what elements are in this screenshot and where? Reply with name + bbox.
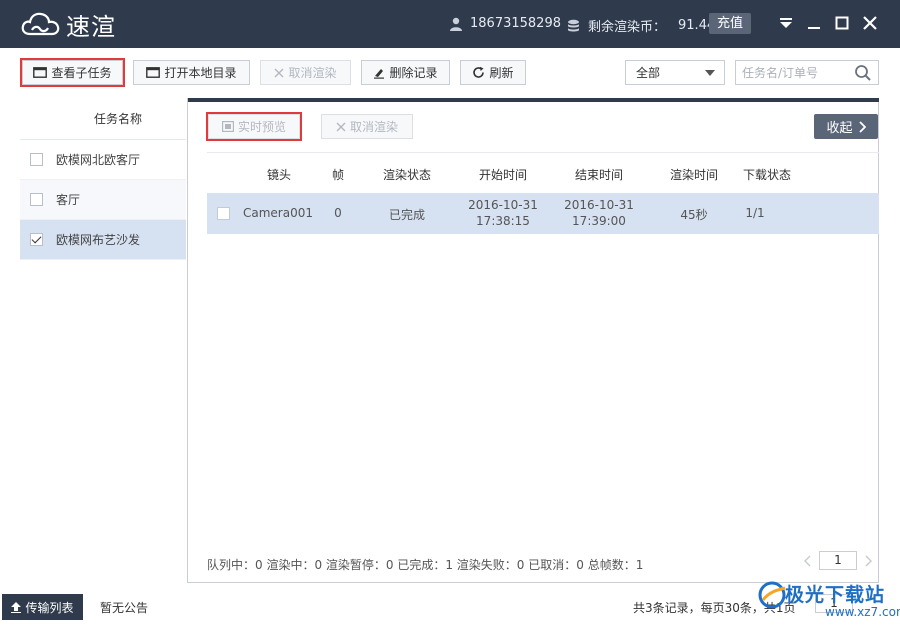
dropdown-menu-icon	[780, 18, 792, 28]
cell-download-status: 1/1	[745, 206, 765, 220]
panel-cancel-render-label: 取消渲染	[349, 120, 398, 134]
column-header-download: 下载状态	[742, 168, 791, 182]
status-bar: 传输列表 暂无公告 共3条记录，每页30条，共1页 1	[0, 591, 900, 631]
folder-icon	[146, 67, 161, 78]
chevron-left-icon[interactable]	[804, 555, 811, 567]
app-logo: 速渲	[20, 9, 116, 41]
app-name: 速渲	[66, 12, 116, 41]
view-subtasks-button[interactable]: 查看子任务	[20, 58, 125, 87]
recharge-button[interactable]: 充值	[709, 13, 751, 34]
task-item[interactable]: 欧模网北欧客厅	[20, 140, 186, 180]
delete-record-label: 删除记录	[389, 66, 438, 80]
task-checkbox[interactable]	[30, 193, 43, 206]
menu-dropdown-button[interactable]	[777, 14, 795, 32]
maximize-icon	[835, 16, 849, 30]
app-window: 速渲 18673158298 剩余渲染币： 91.44 充值 查看子任务 打开本…	[0, 0, 900, 631]
live-preview-label: 实时预览	[237, 120, 286, 134]
x-icon	[274, 68, 284, 77]
divider	[207, 152, 879, 153]
window-icon	[33, 67, 48, 78]
column-header-camera: 镜头	[266, 168, 291, 182]
cell-end-clock: 17:39:00	[572, 214, 626, 228]
refresh-label: 刷新	[489, 66, 514, 80]
upload-arrow-icon	[11, 601, 22, 613]
toolbar: 查看子任务 打开本地目录 取消渲染 删除记录 刷新 全部 任务名/订单号	[0, 48, 900, 98]
record-count: 共3条记录，每页30条，共1页	[633, 601, 796, 615]
minimize-icon	[808, 27, 820, 29]
open-local-dir-button[interactable]: 打开本地目录	[133, 60, 250, 85]
open-local-dir-label: 打开本地目录	[164, 66, 237, 80]
close-icon	[863, 16, 877, 30]
column-header-render-time: 渲染时间	[669, 168, 718, 182]
cell-start-time: 2016-10-31 17:38:15	[463, 197, 543, 229]
page-input[interactable]: 1	[815, 594, 853, 613]
subtask-panel: 实时预览 取消渲染 收起 镜头 帧 渲染状态 开始时间 结束时间 渲染时间 下载…	[187, 98, 879, 583]
column-header-status: 渲染状态	[382, 168, 431, 182]
x-icon	[336, 122, 346, 131]
task-name: 客厅	[56, 193, 81, 207]
cancel-render-button[interactable]: 取消渲染	[260, 60, 351, 85]
task-item-selected[interactable]: 欧模网布艺沙发	[20, 220, 186, 260]
chevron-right-icon[interactable]	[865, 555, 872, 567]
search-box	[735, 60, 879, 85]
column-header-frame: 帧	[331, 168, 344, 182]
cell-end-time: 2016-10-31 17:39:00	[559, 197, 639, 229]
panel-pager: 1	[804, 551, 872, 570]
user-account[interactable]: 18673158298	[449, 16, 561, 31]
cancel-render-label: 取消渲染	[288, 66, 337, 80]
live-preview-button[interactable]: 实时预览	[206, 112, 302, 141]
task-checkbox[interactable]	[30, 153, 43, 166]
cell-render-time: 45秒	[680, 208, 708, 222]
render-stats: 队列中：0 渲染中：0 渲染暂停：0 已完成：1 渲染失败：0 已取消：0 总帧…	[207, 558, 644, 572]
cell-start-date: 2016-10-31	[468, 198, 538, 212]
chevron-right-icon	[858, 120, 866, 133]
delete-record-button[interactable]: 删除记录	[361, 60, 450, 85]
panel-cancel-render-button[interactable]: 取消渲染	[321, 114, 413, 139]
status-filter-value: 全部	[636, 66, 661, 80]
search-icon[interactable]	[854, 64, 872, 82]
user-phone: 18673158298	[470, 16, 561, 31]
task-name: 欧模网北欧客厅	[56, 153, 141, 167]
coin-balance: 剩余渲染币： 91.44	[567, 16, 715, 35]
bottom-pager: 1	[807, 594, 861, 613]
row-checkbox[interactable]	[217, 207, 230, 220]
maximize-button[interactable]	[833, 14, 851, 32]
cell-status: 已完成	[388, 208, 425, 222]
coins-label: 剩余渲染币：	[588, 20, 667, 35]
column-header-start-time: 开始时间	[478, 168, 527, 182]
eraser-icon	[374, 68, 385, 79]
minimize-button[interactable]	[805, 14, 823, 32]
collapse-button[interactable]: 收起	[814, 114, 878, 139]
panel-top-border	[188, 98, 879, 102]
refresh-icon	[473, 66, 485, 78]
status-filter-select[interactable]: 全部	[625, 60, 725, 85]
table-row[interactable]: Camera001 0 已完成 2016-10-31 17:38:15 2016…	[207, 193, 879, 234]
cell-end-date: 2016-10-31	[564, 198, 634, 212]
task-item[interactable]: 客厅	[20, 180, 186, 220]
user-icon	[450, 17, 462, 31]
close-button[interactable]	[861, 14, 879, 32]
refresh-button[interactable]: 刷新	[460, 60, 526, 85]
collapse-label: 收起	[826, 121, 853, 136]
column-header-end-time: 结束时间	[574, 168, 623, 182]
subtask-table-header: 镜头 帧 渲染状态 开始时间 结束时间 渲染时间 下载状态	[207, 160, 879, 188]
chevron-down-icon	[705, 70, 715, 76]
announcement: 暂无公告	[100, 601, 149, 615]
transfer-list-label: 传输列表	[25, 600, 74, 615]
transfer-list-button[interactable]: 传输列表	[2, 594, 83, 620]
task-list-header: 任务名称	[20, 98, 186, 140]
cell-start-clock: 17:38:15	[476, 214, 530, 228]
cell-camera: Camera001	[243, 206, 313, 220]
task-checkbox-checked[interactable]	[30, 233, 43, 246]
view-subtasks-label: 查看子任务	[51, 66, 112, 80]
task-list: 任务名称 欧模网北欧客厅 客厅 欧模网布艺沙发	[20, 98, 186, 583]
cell-frame: 0	[334, 206, 342, 220]
cloud-logo-icon	[21, 12, 60, 36]
task-name: 欧模网布艺沙发	[56, 233, 141, 247]
preview-icon	[221, 121, 234, 132]
title-bar: 速渲 18673158298 剩余渲染币： 91.44 充值	[0, 0, 900, 48]
search-input[interactable]	[736, 61, 848, 84]
panel-page-input[interactable]: 1	[819, 551, 857, 570]
coins-icon	[568, 19, 579, 31]
